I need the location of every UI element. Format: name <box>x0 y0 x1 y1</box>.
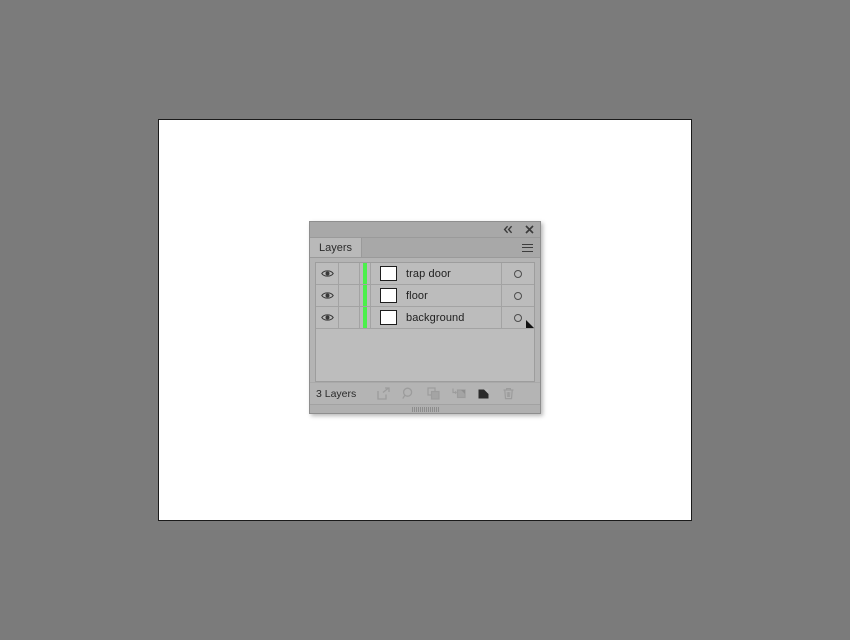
layer-target-button[interactable] <box>501 285 534 306</box>
layer-lock-toggle[interactable] <box>339 263 360 284</box>
layer-target-button[interactable] <box>501 263 534 284</box>
layer-lock-toggle[interactable] <box>339 285 360 306</box>
layer-name[interactable]: background <box>405 307 501 328</box>
layer-count-label: 3 Layers <box>316 387 357 400</box>
tabbar-spacer <box>362 238 518 257</box>
layer-thumbnail[interactable] <box>371 263 405 284</box>
eye-icon <box>320 314 334 321</box>
target-circle-icon <box>514 313 522 322</box>
table-row[interactable]: trap door <box>316 263 534 285</box>
clipping-mask-icon[interactable] <box>376 386 391 401</box>
layer-name[interactable]: trap door <box>405 263 501 284</box>
panel-footer: 3 Layers <box>310 382 540 404</box>
panel-resize-grip[interactable] <box>310 404 540 413</box>
close-icon[interactable] <box>524 224 535 235</box>
eye-icon <box>320 292 334 299</box>
panel-tabbar[interactable]: Layers <box>310 238 540 258</box>
trash-icon[interactable] <box>501 386 516 401</box>
selected-layer-marker <box>526 320 534 328</box>
eye-icon <box>320 270 334 277</box>
grip-lines-icon <box>411 406 439 412</box>
panel-titlebar[interactable] <box>310 222 540 238</box>
layer-name[interactable]: floor <box>405 285 501 306</box>
new-sublayer-icon[interactable] <box>426 386 441 401</box>
footer-toolbar <box>372 386 534 401</box>
target-circle-icon <box>514 291 522 300</box>
target-circle-icon <box>514 269 522 278</box>
panel-menu-icon <box>521 243 533 252</box>
new-layer-icon[interactable] <box>476 386 491 401</box>
layers-panel[interactable]: Layers trap door floor background 3 Laye… <box>309 221 541 414</box>
layer-arrow-icon[interactable] <box>451 386 466 401</box>
magnifier-icon[interactable] <box>401 386 416 401</box>
layer-visibility-toggle[interactable] <box>316 263 339 284</box>
layer-visibility-toggle[interactable] <box>316 285 339 306</box>
tab-layers-label: Layers <box>319 241 353 254</box>
layer-thumbnail[interactable] <box>371 307 405 328</box>
double-chevron-left-icon[interactable] <box>503 224 514 235</box>
layer-color-indicator <box>360 263 371 284</box>
panel-menu-button[interactable] <box>518 238 540 257</box>
layer-color-indicator <box>360 285 371 306</box>
table-row[interactable]: floor <box>316 285 534 307</box>
tab-layers[interactable]: Layers <box>310 238 363 257</box>
layers-list-body: trap door floor background <box>310 258 540 382</box>
layer-visibility-toggle[interactable] <box>316 307 339 328</box>
table-row[interactable]: background <box>316 307 534 329</box>
layer-color-indicator <box>360 307 371 328</box>
layer-list[interactable]: trap door floor background <box>315 262 535 382</box>
layer-lock-toggle[interactable] <box>339 307 360 328</box>
layer-thumbnail[interactable] <box>371 285 405 306</box>
